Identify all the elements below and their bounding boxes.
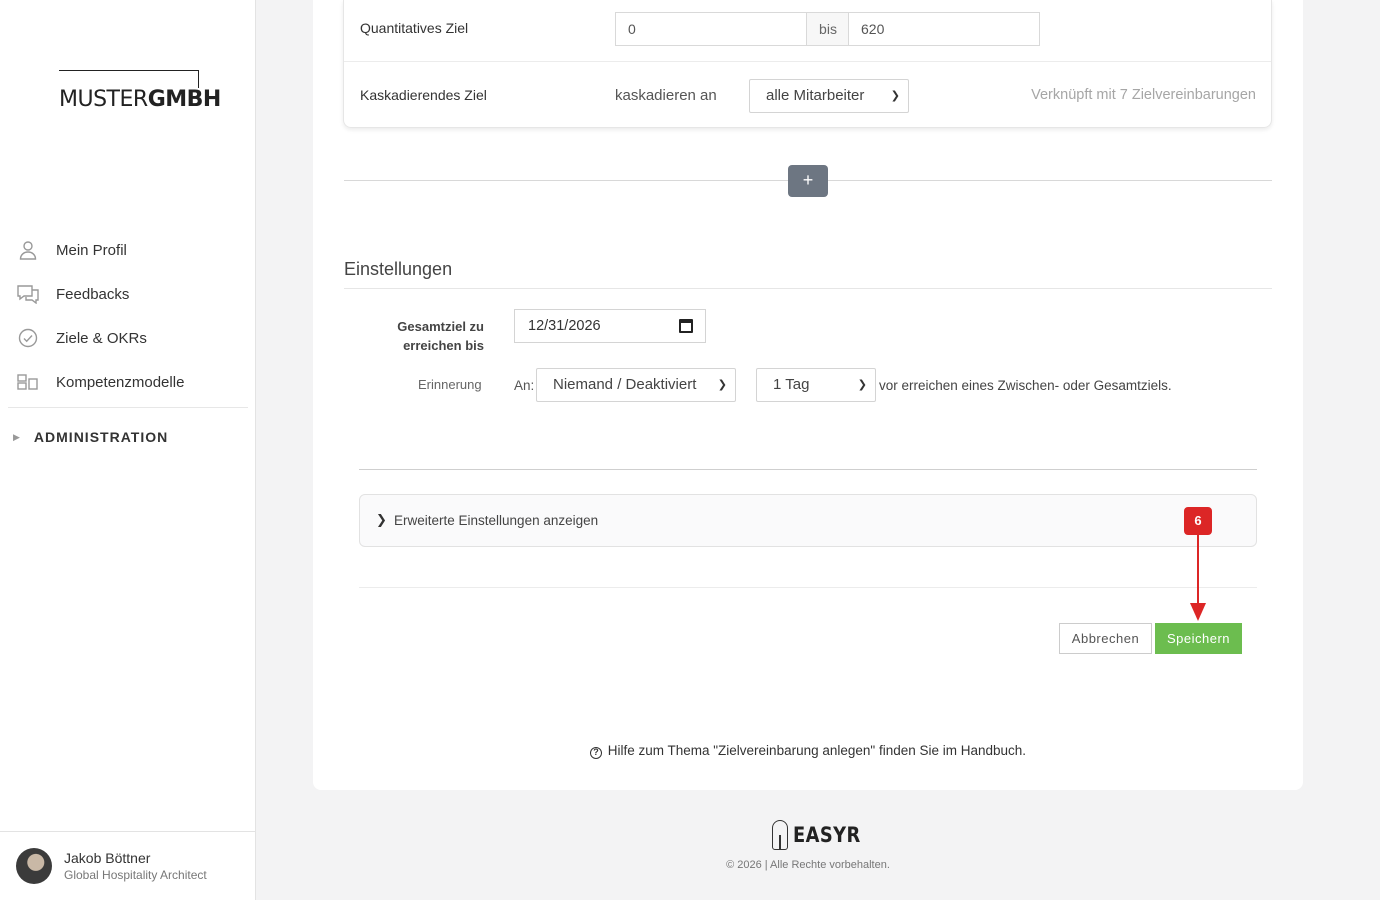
range-separator: bis xyxy=(807,12,849,46)
calendar-icon[interactable] xyxy=(679,319,693,333)
easyr-wordmark: EASYR xyxy=(793,823,861,847)
divider-line xyxy=(359,587,1257,588)
reminder-recipient-value: Niemand / Deaktiviert xyxy=(553,376,697,393)
sidebar: MUSTERGMBH Mein Profil Feedbacks Ziele &… xyxy=(0,0,256,900)
annotation-arrow-head xyxy=(1190,603,1206,621)
save-button[interactable]: Speichern xyxy=(1155,623,1242,654)
sidebar-item-administration[interactable]: ▶ ADMINISTRATION xyxy=(8,408,248,466)
help-text-label: Hilfe zum Thema "Zielvereinbarung anlege… xyxy=(607,743,1027,758)
sidebar-nav: Mein Profil Feedbacks Ziele & OKRs Kompe… xyxy=(8,228,248,466)
cascade-target-select[interactable]: alle Mitarbeiter ❯ xyxy=(749,79,909,113)
easyr-mark-icon xyxy=(772,820,788,850)
user-icon xyxy=(16,238,40,262)
logo-text-thin: MUSTER xyxy=(59,87,148,112)
question-icon: ? xyxy=(589,747,602,759)
main-card: Quantitatives Ziel 0 bis 620 Kaskadieren… xyxy=(313,0,1303,790)
copyright-text: © 2026 | Alle Rechte vorbehalten. xyxy=(726,859,890,871)
cascading-goal-row: Kaskadierendes Ziel kaskadieren an alle … xyxy=(344,62,1271,128)
user-name: Jakob Böttner xyxy=(64,849,151,866)
section-divider xyxy=(344,288,1272,289)
reminder-suffix-text: vor erreichen eines Zwischen- oder Gesam… xyxy=(879,378,1172,393)
step-badge: 6 xyxy=(1184,507,1212,535)
user-role: Global Hospitality Architect xyxy=(64,867,207,882)
cancel-button[interactable]: Abbrechen xyxy=(1059,623,1152,654)
admin-label: ADMINISTRATION xyxy=(33,429,169,445)
sidebar-item-mein-profil[interactable]: Mein Profil xyxy=(8,228,248,272)
chevron-down-icon: ❯ xyxy=(857,379,867,391)
reminder-interval-value: 1 Tag xyxy=(773,376,810,393)
cascade-target-value: alle Mitarbeiter xyxy=(766,87,865,104)
quantitative-to-input[interactable]: 620 xyxy=(848,12,1040,46)
avatar xyxy=(16,848,52,884)
easyr-logo[interactable]: EASYR xyxy=(772,818,873,852)
sidebar-item-label: Ziele & OKRs xyxy=(56,329,147,347)
divider-line xyxy=(359,469,1257,470)
reminder-label: Erinnerung xyxy=(418,377,482,392)
sidebar-item-label: Feedbacks xyxy=(56,285,130,303)
quantitative-goal-label: Quantitatives Ziel xyxy=(360,20,469,36)
check-circle-icon xyxy=(16,326,40,350)
sidebar-item-label: Mein Profil xyxy=(56,241,127,259)
reminder-interval-select[interactable]: 1 Tag ❯ xyxy=(756,368,876,402)
quantitative-from-input[interactable]: 0 xyxy=(615,12,807,46)
advanced-settings-toggle[interactable]: ❯ Erweiterte Einstellungen anzeigen xyxy=(359,494,1257,547)
user-profile[interactable]: Jakob Böttner Global Hospitality Archite… xyxy=(0,831,255,900)
logo-text-bold: GMBH xyxy=(147,87,222,112)
sidebar-item-label: Kompetenzmodelle xyxy=(56,373,185,391)
linked-agreements-link[interactable]: Verknüpft mit 7 Zielvereinbarungen xyxy=(1031,87,1256,103)
chevron-down-icon: ❯ xyxy=(717,379,727,391)
annotation-arrow-line xyxy=(1197,535,1199,605)
advanced-settings-label: Erweiterte Einstellungen anzeigen xyxy=(394,513,599,528)
caret-right-icon: ▶ xyxy=(13,431,20,442)
reminder-recipient-select[interactable]: Niemand / Deaktiviert ❯ xyxy=(536,368,736,402)
target-date-value: 12/31/2026 xyxy=(528,318,601,334)
target-date-label: Gesamtziel zu erreichen bis xyxy=(397,319,484,353)
help-text[interactable]: ? Hilfe zum Thema "Zielvereinbarung anle… xyxy=(313,743,1303,759)
reminder-to-label: An: xyxy=(514,378,535,393)
cascading-goal-label: Kaskadierendes Ziel xyxy=(360,87,487,103)
sidebar-item-feedbacks[interactable]: Feedbacks xyxy=(8,272,248,316)
settings-title: Einstellungen xyxy=(344,259,453,279)
company-logo[interactable]: MUSTERGMBH xyxy=(59,70,223,112)
chevron-down-icon: ❯ xyxy=(890,90,900,102)
add-goal-button[interactable]: + xyxy=(788,165,828,197)
quantitative-goal-row: Quantitatives Ziel 0 bis 620 xyxy=(344,0,1271,62)
sidebar-item-ziele-okrs[interactable]: Ziele & OKRs xyxy=(8,316,248,360)
cascade-to-label: kaskadieren an xyxy=(615,87,717,104)
target-date-input[interactable]: 12/31/2026 xyxy=(514,309,706,343)
grid-icon xyxy=(16,370,40,394)
sidebar-item-kompetenzmodelle[interactable]: Kompetenzmodelle xyxy=(8,360,248,404)
goal-details-box: Quantitatives Ziel 0 bis 620 Kaskadieren… xyxy=(343,0,1272,128)
chevron-right-icon: ❯ xyxy=(376,512,387,527)
chat-icon xyxy=(16,282,40,306)
